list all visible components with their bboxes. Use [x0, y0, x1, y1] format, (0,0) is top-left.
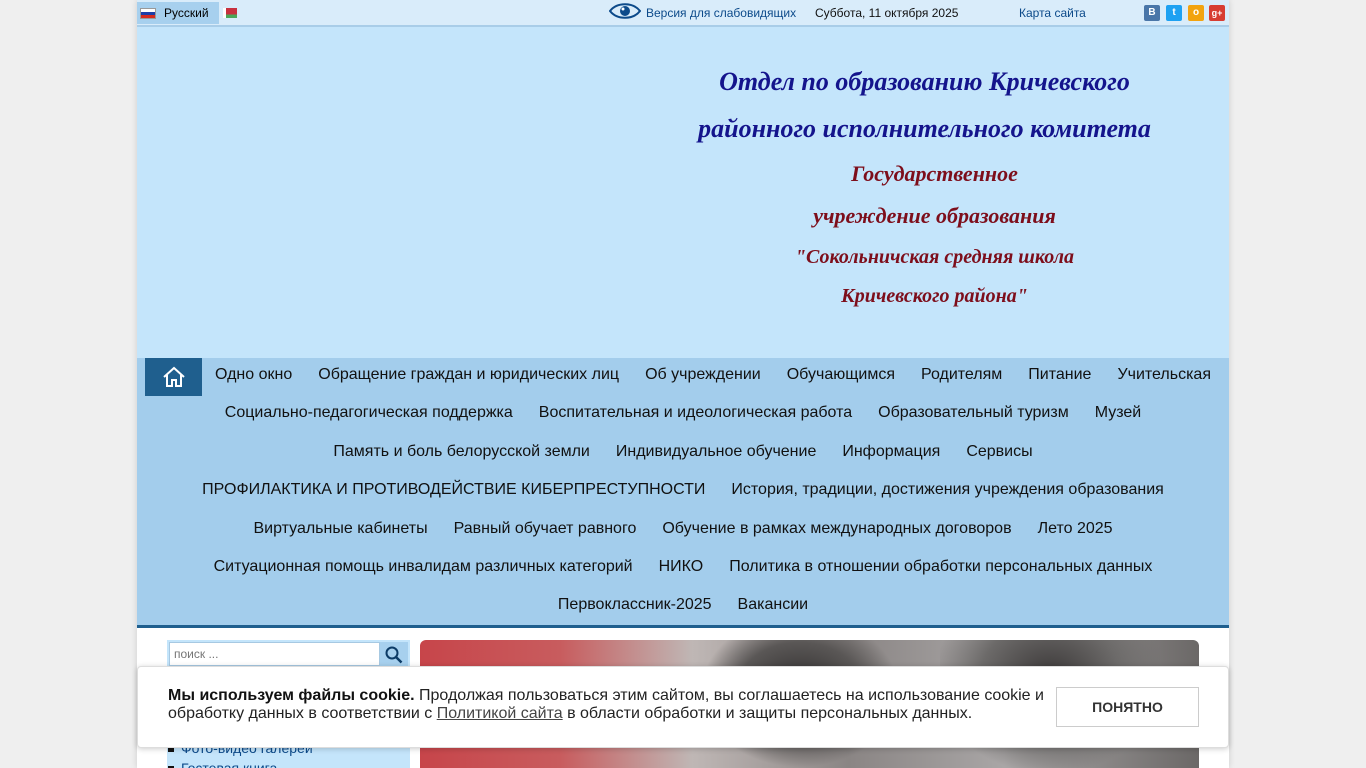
- nav-item[interactable]: Ситуационная помощь инвалидам различных …: [214, 558, 633, 576]
- nav-item[interactable]: ПРОФИЛАКТИКА И ПРОТИВОДЕЙСТВИЕ КИБЕРПРЕС…: [202, 481, 705, 499]
- nav-item[interactable]: Социально-педагогическая поддержка: [225, 404, 513, 422]
- nav-item[interactable]: Образовательный туризм: [878, 404, 1069, 422]
- nav-row: ПРОФИЛАКТИКА И ПРОТИВОДЕЙСТВИЕ КИБЕРПРЕС…: [137, 481, 1229, 499]
- search-icon: [385, 646, 403, 664]
- nav-item[interactable]: Воспитательная и идеологическая работа: [539, 404, 852, 422]
- cookie-text-2: в области обработки и защиты персональны…: [562, 705, 973, 722]
- nav-item[interactable]: Сервисы: [966, 443, 1032, 461]
- nav-item[interactable]: Политика в отношении обработки персональ…: [729, 558, 1152, 576]
- sitemap-link[interactable]: Карта сайта: [1019, 6, 1086, 20]
- nav-row: Социально-педагогическая поддержка Воспит…: [137, 404, 1229, 422]
- header-title-line-2: районного исполнительного комитета: [698, 114, 1151, 143]
- nav-item[interactable]: Музей: [1095, 404, 1142, 422]
- google-plus-icon[interactable]: g+: [1209, 5, 1225, 21]
- search-box: [167, 640, 410, 668]
- nav-item[interactable]: Учительская: [1117, 366, 1211, 384]
- top-bar: Русский Версия для слабовидящих Суббота,…: [137, 0, 1229, 27]
- nav-item[interactable]: Память и боль белорусской земли: [333, 443, 589, 461]
- header-subtitle-line-1: Государственное: [851, 161, 1018, 186]
- header-subtitle-line-4: Кричевского района": [841, 285, 1028, 307]
- cookie-title: Мы используем файлы cookie.: [168, 687, 415, 704]
- nav-item[interactable]: Обращение граждан и юридических лиц: [318, 366, 619, 384]
- main-navigation: Одно окно Обращение граждан и юридических…: [137, 358, 1229, 628]
- language-selector[interactable]: Русский: [137, 2, 219, 24]
- nav-item[interactable]: Первоклассник-2025: [558, 596, 712, 614]
- nav-item[interactable]: Об учреждении: [645, 366, 761, 384]
- eye-icon[interactable]: [609, 1, 641, 21]
- nav-item[interactable]: Родителям: [921, 366, 1002, 384]
- nav-row: Ситуационная помощь инвалидам различных …: [137, 558, 1229, 576]
- nav-item[interactable]: Индивидуальное обучение: [616, 443, 816, 461]
- nav-item[interactable]: Информация: [842, 443, 940, 461]
- nav-item[interactable]: НИКО: [659, 558, 704, 576]
- twitter-icon[interactable]: t: [1166, 5, 1182, 21]
- header-subtitle-line-3: "Сокольничская средняя школа: [794, 246, 1075, 268]
- nav-row: Одно окно Обращение граждан и юридических…: [137, 366, 1229, 384]
- nav-item[interactable]: История, традиции, достижения учреждения…: [731, 481, 1163, 499]
- header-subtitle-line-2: учреждение образования: [813, 203, 1056, 228]
- nav-item[interactable]: Вакансии: [738, 596, 809, 614]
- page: Русский Версия для слабовидящих Суббота,…: [137, 0, 1229, 768]
- nav-item[interactable]: Одно окно: [215, 366, 292, 384]
- nav-row: Первоклассник-2025 Вакансии: [137, 596, 1229, 614]
- nav-item[interactable]: Питание: [1028, 366, 1091, 384]
- nav-row: Виртуальные кабинеты Равный обучает равно…: [137, 520, 1229, 538]
- current-date: Суббота, 11 октября 2025: [815, 6, 959, 20]
- nav-item[interactable]: Равный обучает равного: [454, 520, 637, 538]
- belarus-flag-icon[interactable]: [223, 8, 237, 18]
- language-label: Русский: [164, 6, 209, 20]
- nav-row: Память и боль белорусской земли Индивидуа…: [137, 443, 1229, 461]
- nav-item[interactable]: Обучение в рамках международных договоро…: [662, 520, 1011, 538]
- cookie-message: Мы используем файлы cookie. Продолжая по…: [168, 687, 1048, 723]
- nav-item[interactable]: Виртуальные кабинеты: [253, 520, 427, 538]
- low-vision-link[interactable]: Версия для слабовидящих: [646, 6, 796, 20]
- site-header: Отдел по образованию Кричевского районно…: [137, 27, 1229, 358]
- header-title-line-1: Отдел по образованию Кричевского: [719, 67, 1130, 96]
- sidebar-item-guestbook[interactable]: Гостевая книга: [167, 760, 277, 768]
- nav-item[interactable]: Обучающимся: [787, 366, 895, 384]
- search-button[interactable]: [380, 642, 408, 668]
- search-input[interactable]: [169, 642, 380, 666]
- site-policy-link[interactable]: Политикой сайта: [437, 705, 563, 722]
- odnoklassniki-icon[interactable]: о: [1188, 5, 1204, 21]
- vk-icon[interactable]: В: [1144, 5, 1160, 21]
- cookie-accept-button[interactable]: ПОНЯТНО: [1056, 687, 1199, 727]
- russian-flag-icon: [140, 7, 156, 19]
- nav-item[interactable]: Лето 2025: [1038, 520, 1113, 538]
- cookie-banner: Мы используем файлы cookie. Продолжая по…: [137, 666, 1229, 748]
